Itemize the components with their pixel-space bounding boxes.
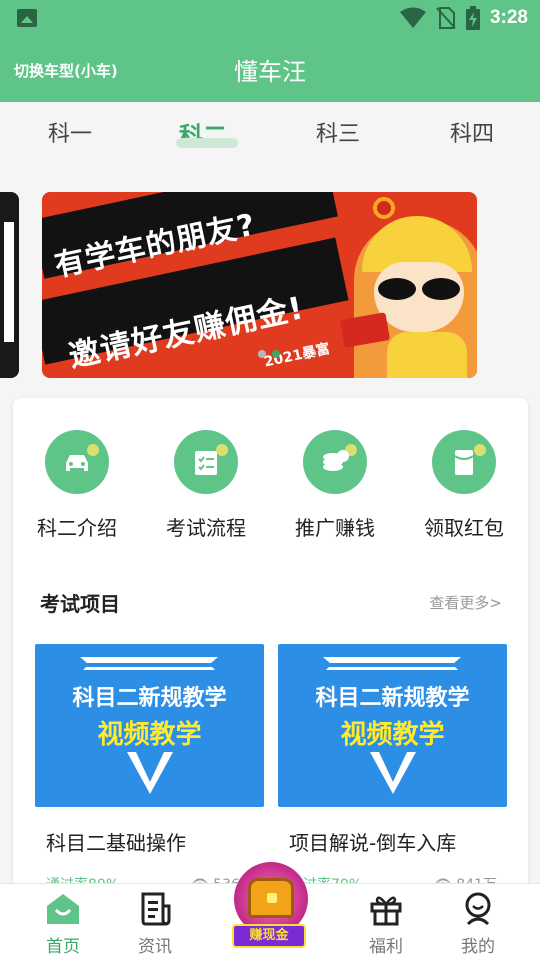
home-icon xyxy=(45,892,81,926)
video-card[interactable]: 科目二新规教学 视频教学 项目解说-倒车入库 通过率70% 👁 841万 xyxy=(278,644,507,893)
quick-action-label: 领取红包 xyxy=(424,516,504,540)
v-logo-icon xyxy=(127,752,173,794)
see-more-link[interactable]: 查看更多> xyxy=(429,592,502,613)
thumbnail-decoration xyxy=(326,660,458,670)
thumbnail-decoration xyxy=(83,660,215,670)
video-title: 项目解说-倒车入库 xyxy=(289,831,457,855)
banner-carousel[interactable]: 有学车的朋友? 邀请好友赚佣金! 2021暴富 xyxy=(0,192,540,380)
v-logo-icon xyxy=(370,752,416,794)
nav-label: 我的 xyxy=(461,937,495,957)
profile-icon xyxy=(460,892,496,926)
video-thumbnail[interactable]: 科目二新规教学 视频教学 xyxy=(278,644,507,807)
tab-subject-1[interactable]: 科一 xyxy=(30,116,110,148)
tab-subject-3[interactable]: 科三 xyxy=(298,116,378,148)
earn-cash-label: 赚现金 xyxy=(232,924,306,948)
tab-subject-4[interactable]: 科四 xyxy=(432,116,512,148)
quick-action-label: 推广赚钱 xyxy=(295,516,375,540)
status-bar: 3:28 xyxy=(0,0,540,36)
page-title: 懂车汪 xyxy=(234,58,306,86)
car-icon xyxy=(45,430,109,494)
nav-profile[interactable]: 我的 xyxy=(443,892,513,957)
nav-welfare[interactable]: 福利 xyxy=(351,892,421,957)
battery-charging-icon xyxy=(465,6,480,30)
carousel-pagination xyxy=(258,350,280,358)
nav-label: 资讯 xyxy=(138,937,172,957)
video-title: 科目二基础操作 xyxy=(46,831,186,855)
carousel-dot-active[interactable] xyxy=(272,350,280,358)
banner-character-body xyxy=(387,332,467,378)
nav-label: 福利 xyxy=(369,937,403,957)
nav-home[interactable]: 首页 xyxy=(28,892,98,957)
treasure-chest-icon xyxy=(248,878,294,918)
checklist-icon xyxy=(174,430,238,494)
red-envelope-icon xyxy=(432,430,496,494)
coins-icon xyxy=(303,430,367,494)
banner-previous-slide[interactable] xyxy=(0,192,19,378)
gallery-icon xyxy=(17,9,37,27)
quick-action-label: 科二介绍 xyxy=(37,516,117,540)
section-title: 考试项目 xyxy=(40,592,120,616)
flower-icon xyxy=(373,197,395,219)
quick-action-promote[interactable]: 推广赚钱 xyxy=(280,430,390,541)
thumbnail-caption: 科目二新规教学 xyxy=(72,686,227,711)
quick-action-red-packet[interactable]: 领取红包 xyxy=(409,430,519,541)
video-thumbnail[interactable]: 科目二新规教学 视频教学 xyxy=(35,644,264,807)
video-card[interactable]: 科目二新规教学 视频教学 科目二基础操作 通过率80% 👁 536万 xyxy=(35,644,264,893)
quick-action-exam-process[interactable]: 考试流程 xyxy=(151,430,261,541)
thumbnail-caption-highlight: 视频教学 xyxy=(97,720,202,750)
subject-tabs: 科一 科二 科三 科四 xyxy=(0,102,540,162)
status-time: 3:28 xyxy=(489,7,528,28)
carousel-dot[interactable] xyxy=(258,350,266,358)
nav-label: 首页 xyxy=(46,937,80,957)
earn-cash-button[interactable]: 赚现金 xyxy=(228,862,312,954)
thumbnail-caption-highlight: 视频教学 xyxy=(340,720,445,750)
thumbnail-caption: 科目二新规教学 xyxy=(315,686,470,711)
wifi-icon xyxy=(399,7,426,28)
sunglasses-icon xyxy=(374,278,464,300)
gift-icon xyxy=(368,892,404,926)
status-icons: 3:28 xyxy=(399,5,528,31)
quick-action-intro[interactable]: 科二介绍 xyxy=(22,430,132,541)
content-card: 科二介绍 考试流程 推广赚钱 领取红包 考试项目 查看更多> 科目二新规教学 视… xyxy=(13,398,528,898)
nav-news[interactable]: 资讯 xyxy=(120,892,190,957)
news-icon xyxy=(137,892,173,926)
no-sim-icon xyxy=(436,7,456,29)
quick-action-label: 考试流程 xyxy=(166,516,246,540)
app-bar: 切换车型(小车) 懂车汪 xyxy=(0,36,540,102)
active-tab-indicator xyxy=(176,138,238,148)
